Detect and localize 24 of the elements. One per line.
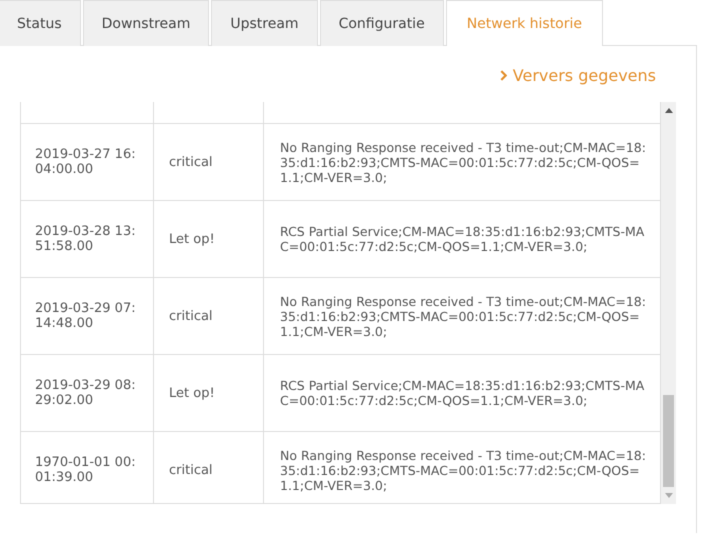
table-cell: Let op! [154, 201, 264, 277]
tab[interactable]: Downstream [82, 0, 210, 46]
tab[interactable]: Upstream [211, 0, 318, 46]
table-cell: 2019-03-28 13:51:58.00 [21, 201, 154, 277]
table-cell: 1970-01-01 00:01:39.00 [21, 432, 154, 503]
table-cell: Let op! [154, 355, 264, 431]
table-cell-text: No Ranging Response received - T3 time-out;CM-MAC=18:35:d1:16:b2:93;CMTS-MAC=00:01:5c:77:d2:5c;CM-QOS=1.1;CM-VER=3.0; [279, 446, 647, 494]
table-cell: 2019-03-29 07:14:48.00 [21, 278, 154, 354]
table-cell: 2019-03-27 16:04:00.00 [21, 124, 154, 200]
table-cell: 2019-03-29 08:29:02.00 [21, 355, 154, 431]
table-cell-text: No Ranging Response received - T3 time-out;CM-MAC=18:35:d1:16:b2:93;CMTS-MAC=00:01:5c:77:d2:5c;CM-QOS=1.1;CM-VER=3.0; [279, 292, 647, 340]
scroll-up-icon[interactable] [664, 108, 672, 113]
scrollbar-thumb[interactable] [663, 395, 674, 487]
table-cell: critical [154, 124, 264, 200]
scroll-down-icon[interactable] [664, 493, 672, 498]
tab[interactable]: Status [0, 0, 81, 46]
chevron-icon [500, 70, 507, 80]
scrollbar[interactable] [661, 102, 676, 504]
tab[interactable]: Configuratie [320, 0, 444, 46]
table-cell: critical [154, 278, 264, 354]
table-cell-text: RCS Partial Service;CM-MAC=18:35:d1:16:b2:93;CMTS-MAC=00:01:5c:77:d2:5c;CM-QOS=1.1;CM-VER=3.0; [279, 223, 646, 256]
table-cell-text: No Ranging Response received - T3 time-out;CM-MAC=18:35:d1:16:b2:93;CMTS-MAC=00:01:5c:77:d2:5c;CM-QOS=1.1;CM-VER=3.0; [279, 138, 647, 186]
table-cell: critical [154, 432, 264, 503]
table-cell-text: RCS Partial Service;CM-MAC=18:35:d1:16:b2:93;CMTS-MAC=00:01:5c:77:d2:5c;CM-QOS=1.1;CM-VER=3.0; [279, 377, 646, 410]
